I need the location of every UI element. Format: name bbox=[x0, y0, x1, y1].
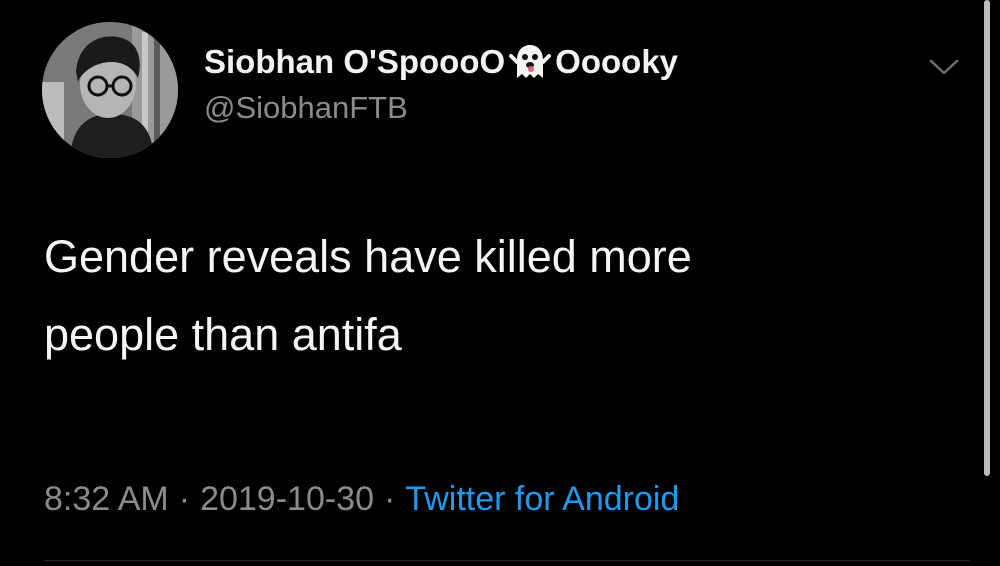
tweet-text-line-1: Gender reveals have killed more bbox=[44, 231, 692, 282]
user-handle[interactable]: @SiobhanFTB bbox=[204, 90, 678, 126]
tweet-text: Gender reveals have killed more people th… bbox=[44, 218, 944, 374]
avatar-photo bbox=[42, 22, 178, 158]
tweet-date[interactable]: 2019-10-30 bbox=[200, 480, 374, 518]
display-name-part2: Ooooky bbox=[555, 43, 679, 80]
tweet: Siobhan O'SpoooO Ooooky @SiobhanFTB Gend… bbox=[0, 0, 1000, 566]
tweet-author[interactable]: Siobhan O'SpoooO Ooooky @SiobhanFTB bbox=[204, 42, 678, 126]
tweet-source-link[interactable]: Twitter for Android bbox=[405, 480, 679, 518]
tweet-meta: 8:32 AM · 2019-10-30 · Twitter for Android bbox=[44, 478, 679, 520]
divider bbox=[44, 560, 970, 561]
tweet-time[interactable]: 8:32 AM bbox=[44, 480, 169, 518]
scrollbar[interactable] bbox=[984, 0, 990, 476]
meta-separator: · bbox=[178, 480, 191, 518]
display-name-part1: Siobhan O'SpoooO bbox=[204, 43, 506, 80]
avatar[interactable] bbox=[42, 22, 178, 158]
meta-separator: · bbox=[384, 480, 396, 518]
display-name[interactable]: Siobhan O'SpoooO Ooooky bbox=[204, 42, 678, 82]
tweet-text-line-2: people than antifa bbox=[44, 309, 402, 360]
ghost-emoji-icon bbox=[507, 42, 553, 82]
chevron-down-icon[interactable] bbox=[928, 56, 960, 78]
